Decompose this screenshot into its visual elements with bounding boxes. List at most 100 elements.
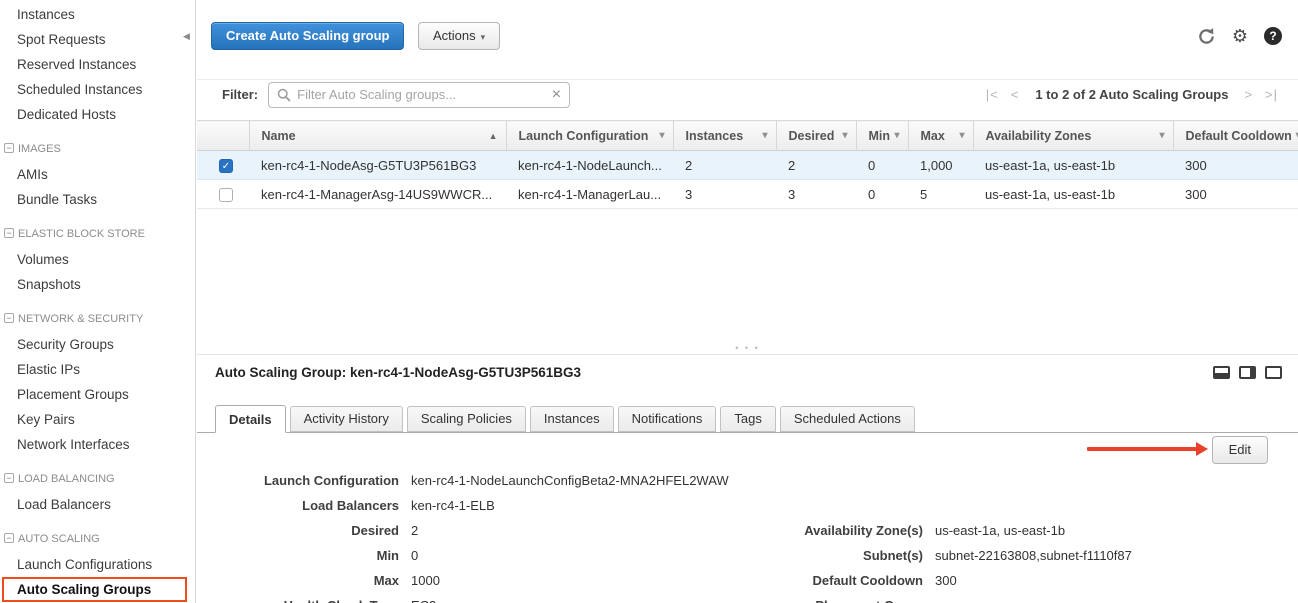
- details-pane-bottom-icon[interactable]: [1213, 366, 1230, 379]
- column-header-launch-configuration[interactable]: Launch Configuration ▾: [506, 121, 673, 151]
- pane-layout-controls: [1213, 366, 1282, 379]
- column-header-default-cooldown[interactable]: Default Cooldown▾: [1173, 121, 1298, 151]
- tab-instances[interactable]: Instances: [530, 406, 614, 432]
- collapse-section-icon: −: [4, 143, 14, 153]
- last-page-button[interactable]: >|: [1265, 87, 1278, 102]
- previous-page-button[interactable]: <: [1011, 87, 1020, 102]
- tab-scaling-policies[interactable]: Scaling Policies: [407, 406, 526, 432]
- sidebar-section-label: ELASTIC BLOCK STORE: [18, 228, 145, 240]
- details-pane-hide-icon[interactable]: [1265, 366, 1282, 379]
- sidebar-item-load-balancers[interactable]: Load Balancers: [0, 492, 195, 517]
- clear-filter-icon[interactable]: ×: [552, 87, 561, 103]
- sidebar-item-security-groups[interactable]: Security Groups: [0, 332, 195, 357]
- filter-input[interactable]: [297, 87, 552, 102]
- tab-scheduled-actions[interactable]: Scheduled Actions: [780, 406, 915, 432]
- sidebar-section-auto-scaling[interactable]: −AUTO SCALING: [0, 527, 195, 552]
- column-caret-icon[interactable]: ▾: [842, 130, 847, 141]
- details-fields: Launch Configurationken-rc4-1-NodeLaunch…: [215, 471, 1132, 603]
- pagination: |< < 1 to 2 of 2 Auto Scaling Groups > >…: [986, 87, 1278, 102]
- column-header-inner: Name▲: [262, 129, 498, 143]
- refresh-icon[interactable]: [1197, 27, 1216, 46]
- sidebar-item-network-interfaces[interactable]: Network Interfaces: [0, 432, 195, 457]
- column-caret-icon[interactable]: ▾: [894, 130, 899, 141]
- sidebar-item-launch-configurations[interactable]: Launch Configurations: [0, 552, 195, 577]
- column-header-name[interactable]: Name▲: [249, 121, 506, 151]
- column-header-inner: Availability Zones ▾: [986, 129, 1165, 143]
- gear-icon[interactable]: ⚙: [1232, 26, 1248, 46]
- sidebar-section-elastic-block-store[interactable]: −ELASTIC BLOCK STORE: [0, 222, 195, 247]
- field-label-placement-group: Placement Group: [753, 596, 923, 603]
- filter-label: Filter:: [222, 87, 258, 102]
- tab-activity-history[interactable]: Activity History: [290, 406, 403, 432]
- create-auto-scaling-group-button[interactable]: Create Auto Scaling group: [211, 22, 404, 50]
- sidebar-navigation: InstancesSpot RequestsReserved Instances…: [0, 2, 195, 602]
- sidebar-section-images[interactable]: −IMAGES: [0, 137, 195, 162]
- help-icon[interactable]: ?: [1264, 27, 1282, 45]
- cell-max: 1,000: [908, 151, 973, 180]
- column-header-availability-zones[interactable]: Availability Zones ▾: [973, 121, 1173, 151]
- sidebar-item-amis[interactable]: AMIs: [0, 162, 195, 187]
- details-pane-title: Auto Scaling Group: ken-rc4-1-NodeAsg-G5…: [215, 365, 581, 380]
- column-caret-icon[interactable]: ▾: [1159, 130, 1164, 141]
- next-page-button[interactable]: >: [1244, 87, 1253, 102]
- table-row[interactable]: ken-rc4-1-ManagerAsg-14US9WWCR...ken-rc4…: [197, 180, 1298, 209]
- column-caret-icon[interactable]: ▾: [959, 130, 964, 141]
- sidebar-item-reserved-instances[interactable]: Reserved Instances: [0, 52, 195, 77]
- field-value-subnet-s: subnet-22163808,subnet-f1110f87: [935, 546, 1132, 571]
- column-header-max[interactable]: Max▾: [908, 121, 973, 151]
- sidebar-item-scheduled-instances[interactable]: Scheduled Instances: [0, 77, 195, 102]
- tab-details[interactable]: Details: [215, 405, 286, 433]
- field-label-launch-configuration: Launch Configuration: [215, 471, 399, 496]
- sidebar-item-bundle-tasks[interactable]: Bundle Tasks: [0, 187, 195, 212]
- sidebar-section-load-balancing[interactable]: −LOAD BALANCING: [0, 467, 195, 492]
- edit-button[interactable]: Edit: [1212, 436, 1268, 464]
- row-checkbox[interactable]: [219, 188, 233, 202]
- sidebar-item-instances[interactable]: Instances: [0, 2, 195, 27]
- row-checkbox-cell: ✓: [197, 151, 249, 180]
- table-row[interactable]: ✓ken-rc4-1-NodeAsg-G5TU3P561BG3ken-rc4-1…: [197, 151, 1298, 180]
- sidebar-item-auto-scaling-groups[interactable]: Auto Scaling Groups: [2, 577, 187, 602]
- tab-tags[interactable]: Tags: [720, 406, 775, 432]
- cell-min: 0: [856, 180, 908, 209]
- cell-name: ken-rc4-1-ManagerAsg-14US9WWCR...: [249, 180, 506, 209]
- sidebar-item-key-pairs[interactable]: Key Pairs: [0, 407, 195, 432]
- field-value-availability-zone-s: us-east-1a, us-east-1b: [935, 521, 1132, 546]
- actions-button[interactable]: Actions▾: [418, 22, 500, 50]
- sidebar-item-spot-requests[interactable]: Spot Requests: [0, 27, 195, 52]
- table-header-row: Name▲Launch Configuration▾Instances▾Desi…: [197, 121, 1298, 151]
- sidebar-item-volumes[interactable]: Volumes: [0, 247, 195, 272]
- sort-ascending-icon[interactable]: ▲: [489, 131, 498, 141]
- field-label-desired: Desired: [215, 521, 399, 546]
- actions-button-label: Actions: [433, 28, 476, 43]
- column-label: Desired: [789, 129, 835, 143]
- details-tabs: DetailsActivity HistoryScaling PoliciesI…: [197, 404, 1298, 433]
- column-header-min[interactable]: Min▾: [856, 121, 908, 151]
- sidebar-section-network-security[interactable]: −NETWORK & SECURITY: [0, 307, 195, 332]
- sidebar-item-dedicated-hosts[interactable]: Dedicated Hosts: [0, 102, 195, 127]
- first-page-button[interactable]: |<: [986, 87, 999, 102]
- column-label: Launch Configuration: [519, 129, 649, 143]
- collapse-section-icon: −: [4, 533, 14, 543]
- sidebar-item-elastic-ips[interactable]: Elastic IPs: [0, 357, 195, 382]
- column-header-desired[interactable]: Desired ▾: [776, 121, 856, 151]
- sidebar-item-placement-groups[interactable]: Placement Groups: [0, 382, 195, 407]
- details-pane-right-icon[interactable]: [1239, 366, 1256, 379]
- field-value-health-check-type: EC2: [411, 596, 741, 603]
- pane-splitter-handle[interactable]: • • •: [197, 342, 1298, 354]
- sidebar-item-snapshots[interactable]: Snapshots: [0, 272, 195, 297]
- column-caret-icon[interactable]: ▾: [762, 130, 767, 141]
- filter-search-box[interactable]: ×: [268, 82, 570, 108]
- column-label: Availability Zones: [986, 129, 1092, 143]
- column-caret-icon[interactable]: ▾: [659, 130, 664, 141]
- sidebar-collapse-icon[interactable]: ◀: [183, 31, 190, 42]
- main-content: Create Auto Scaling group Actions▾ ⚙ ? F…: [197, 0, 1298, 603]
- cell-default-cooldown: 300: [1173, 180, 1298, 209]
- cell-desired: 3: [776, 180, 856, 209]
- tab-notifications[interactable]: Notifications: [618, 406, 717, 432]
- row-checkbox-cell: [197, 180, 249, 209]
- cell-default-cooldown: 300: [1173, 151, 1298, 180]
- filter-bar: Filter: × |< < 1 to 2 of 2 Auto Scaling …: [197, 79, 1298, 109]
- collapse-section-icon: −: [4, 228, 14, 238]
- column-header-instances[interactable]: Instances▾: [673, 121, 776, 151]
- row-checkbox[interactable]: ✓: [219, 159, 233, 173]
